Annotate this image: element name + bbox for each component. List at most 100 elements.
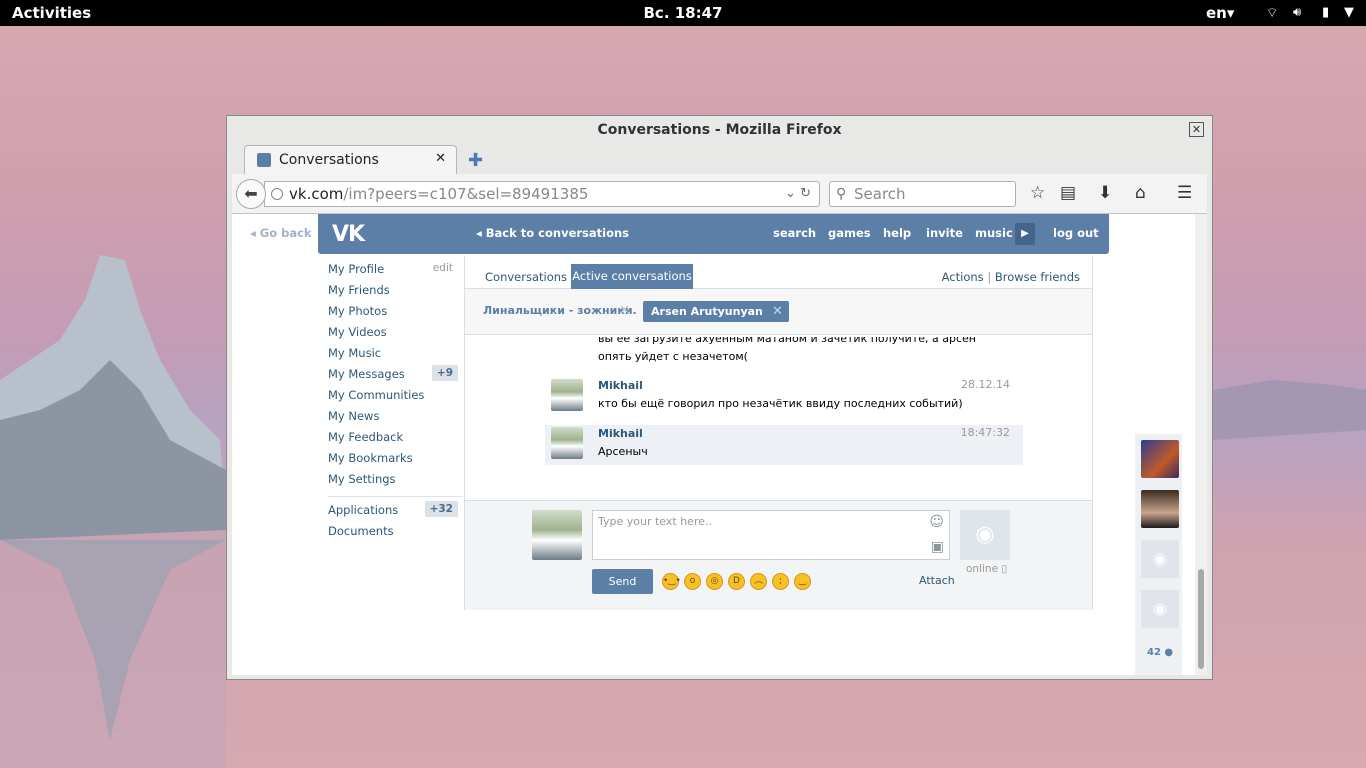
messages-tabs: Conversations Active conversations Actio… — [465, 256, 1092, 289]
menu-item-photos[interactable]: My Photos — [328, 304, 463, 325]
window-close-button[interactable]: ✕ — [1189, 122, 1204, 137]
message-input[interactable]: Type your text here.. ☺ ▣ — [592, 510, 950, 560]
url-host: vk.com — [289, 185, 344, 203]
emoji-sad-icon[interactable]: ︵ — [750, 573, 767, 590]
menu-item-music[interactable]: My Music — [328, 346, 463, 367]
menu-item-applications[interactable]: Applications +32 — [328, 501, 463, 524]
back-button[interactable]: ⬅ — [236, 179, 266, 209]
menu-item-communities[interactable]: My Communities — [328, 388, 463, 409]
reading-list-icon[interactable]: ▤ — [1060, 183, 1076, 203]
actions-link[interactable]: Actions — [942, 270, 984, 284]
chip-active-chat[interactable]: Arsen Arutyunyan ✕ — [643, 301, 789, 322]
vk-favicon-icon — [257, 153, 271, 167]
language-indicator[interactable]: en▾ — [1206, 4, 1234, 22]
menu-item-bookmarks[interactable]: My Bookmarks — [328, 451, 463, 472]
menu-item-feedback[interactable]: My Feedback — [328, 430, 463, 451]
page-content: ◂ Go back VK ◂ Back to conversations sea… — [232, 214, 1207, 675]
emoji-wink-icon[interactable]: ; — [772, 573, 789, 590]
friend-avatar[interactable] — [1141, 440, 1179, 478]
friend-avatar[interactable] — [1141, 490, 1179, 528]
download-icon[interactable]: ⬇ — [1098, 183, 1112, 203]
menu-arrow-icon[interactable]: ▼ — [1344, 5, 1354, 20]
emoji-shocked-icon[interactable]: ◎ — [706, 573, 723, 590]
vk-logo[interactable]: VK — [332, 222, 365, 247]
browse-friends-link[interactable]: Browse friends — [995, 270, 1080, 284]
search-placeholder: Search — [854, 185, 906, 203]
message-text: кто бы ещё говорил про незачётик ввиду п… — [598, 397, 963, 410]
navigation-bar: vk.com/im?peers=c107&sel=89491385 ⌄ ↻ ⬅ … — [232, 174, 1207, 214]
emoji-icon[interactable]: ☺ — [929, 514, 944, 530]
message-history: вы её загрузите ахуенным матаном и зачет… — [465, 337, 1092, 500]
message-date[interactable]: 28.12.14 — [961, 378, 1010, 391]
menu-item-settings[interactable]: My Settings — [328, 472, 463, 493]
menu-item-profile[interactable]: My Profile edit — [328, 262, 463, 283]
menu-icon[interactable]: ☰ — [1177, 183, 1192, 203]
new-tab-button[interactable]: ✚ — [468, 150, 483, 171]
tab-close-icon[interactable]: ✕ — [435, 151, 446, 166]
nav-help[interactable]: help — [883, 226, 911, 240]
page-scrollbar[interactable] — [1195, 214, 1207, 675]
history-dropdown-icon[interactable]: ⌄ — [785, 186, 796, 201]
chip-close-icon[interactable]: ✕ — [772, 301, 783, 322]
back-to-conversations-link[interactable]: ◂ Back to conversations — [476, 226, 629, 240]
menu-item-documents[interactable]: Documents — [328, 524, 463, 545]
friends-online-count[interactable]: 42 ● — [1147, 647, 1173, 658]
emoji-laugh-icon[interactable]: D — [728, 573, 745, 590]
url-bar[interactable]: vk.com/im?peers=c107&sel=89491385 ⌄ ↻ — [264, 181, 820, 207]
nav-search[interactable]: search — [773, 226, 816, 240]
tab-conversations-link[interactable]: Conversations — [485, 270, 567, 284]
message-author[interactable]: Mikhail — [598, 379, 643, 392]
my-avatar[interactable] — [532, 510, 582, 560]
tab-active-conversations[interactable]: Active conversations — [571, 264, 693, 289]
menu-item-messages[interactable]: My Messages +9 — [328, 365, 463, 388]
edit-link[interactable]: edit — [433, 262, 453, 274]
menu-item-videos[interactable]: My Videos — [328, 325, 463, 346]
menu-item-news[interactable]: My News — [328, 409, 463, 430]
chip-group-chat[interactable]: Линальщики - зожники. — [483, 304, 637, 317]
url-path: /im?peers=c107&sel=89491385 — [343, 185, 589, 203]
message-text: опять уйдет с незачетом( — [598, 350, 748, 363]
applications-badge: +32 — [424, 501, 458, 517]
messages-badge: +9 — [431, 365, 458, 381]
tab-conversations[interactable]: Conversations ✕ — [244, 145, 457, 174]
nav-invite[interactable]: invite — [926, 226, 963, 240]
chip-close-icon[interactable]: ✕ — [619, 303, 630, 318]
search-icon: ⚲ — [836, 186, 847, 202]
go-back-link[interactable]: ◂ Go back — [250, 226, 312, 240]
home-icon[interactable]: ⌂ — [1135, 183, 1146, 203]
avatar[interactable] — [551, 379, 583, 411]
nav-games[interactable]: games — [828, 226, 871, 240]
tabs-actions: Actions | Browse friends — [942, 270, 1080, 284]
camera-icon[interactable]: ▣ — [931, 539, 944, 555]
menu-item-friends[interactable]: My Friends — [328, 283, 463, 304]
friend-camera-icon[interactable]: ◉ — [1141, 590, 1179, 628]
reload-icon[interactable]: ↻ — [800, 186, 811, 201]
volume-icon[interactable]: 🔊︎ — [1293, 5, 1301, 20]
message-date[interactable]: 18:47:32 — [961, 426, 1010, 439]
emoji-neutral-icon[interactable]: •‿• — [662, 573, 681, 590]
send-button[interactable]: Send — [592, 569, 653, 594]
battery-icon[interactable]: ▮ — [1322, 5, 1329, 20]
nav-music[interactable]: music — [975, 226, 1013, 240]
conversation-chips: Линальщики - зожники. ✕ Arsen Arutyunyan… — [465, 289, 1092, 335]
music-play-icon[interactable]: ▶ — [1015, 223, 1035, 245]
message-text: вы её загрузите ахуенным матаном и зачет… — [598, 337, 976, 345]
search-bar[interactable]: ⚲ Search — [829, 181, 1016, 207]
message-composer: Type your text here.. ☺ ▣ ◉ online ▯ Sen… — [465, 500, 1092, 610]
message-author[interactable]: Mikhail — [598, 427, 643, 440]
message-text: Арсеныч — [598, 445, 648, 458]
friend-camera-icon[interactable]: ◉ — [1141, 540, 1179, 578]
avatar[interactable] — [551, 427, 583, 459]
emoji-grin-icon[interactable]: ‿ — [794, 573, 811, 590]
nav-logout[interactable]: log out — [1053, 226, 1099, 240]
tab-strip: Conversations ✕ ✚ — [232, 144, 1207, 174]
bookmark-star-icon[interactable]: ☆ — [1030, 183, 1045, 203]
emoji-surprised-icon[interactable]: o — [684, 573, 701, 590]
wifi-icon[interactable]: ⌔ — [1266, 5, 1278, 21]
firefox-window: Conversations - Mozilla Firefox ✕ Conver… — [226, 115, 1213, 680]
scrollbar-thumb[interactable] — [1198, 569, 1204, 669]
left-menu: My Profile edit My Friends My Photos My V… — [328, 262, 463, 545]
recipient-photo-camera-icon[interactable]: ◉ — [960, 510, 1010, 560]
clock[interactable]: Вс. 18:47 — [0, 4, 1366, 22]
attach-link[interactable]: Attach — [919, 574, 955, 587]
